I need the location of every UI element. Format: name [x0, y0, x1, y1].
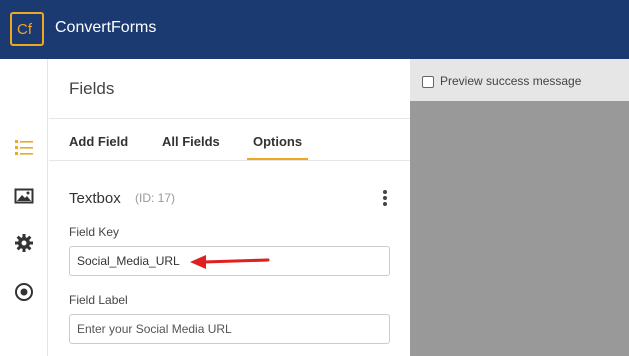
fields-panel: Fields Add Field All Fields Options Text…	[49, 59, 410, 356]
panel-title: Fields	[69, 79, 115, 98]
list-icon[interactable]	[14, 137, 34, 157]
gear-icon[interactable]	[14, 233, 34, 253]
preview-success-label[interactable]: Preview success message	[440, 74, 581, 88]
icon-sidebar	[0, 59, 48, 356]
target-icon[interactable]	[14, 282, 34, 302]
more-options-icon[interactable]	[382, 190, 388, 206]
divider	[49, 118, 410, 119]
field-key-label: Field Key	[69, 225, 120, 239]
tab-all-fields[interactable]: All Fields	[162, 134, 220, 149]
logo[interactable]: Cf	[10, 12, 44, 46]
field-label-input[interactable]	[69, 314, 390, 344]
preview-area: Preview success message	[410, 59, 629, 356]
brand-name: ConvertForms	[55, 19, 157, 36]
field-type: Textbox	[69, 190, 121, 207]
preview-success-checkbox[interactable]	[422, 76, 434, 88]
image-icon[interactable]	[14, 186, 34, 206]
field-label-label: Field Label	[69, 293, 128, 307]
tab-add-field[interactable]: Add Field	[69, 134, 128, 149]
annotation-arrow	[190, 255, 270, 269]
tab-options[interactable]: Options	[253, 134, 302, 149]
logo-text: Cf	[17, 21, 32, 38]
preview-toolbar: Preview success message	[410, 59, 629, 101]
divider	[49, 160, 410, 161]
app-header: Cf ConvertForms	[0, 0, 629, 59]
field-id: (ID: 17)	[135, 191, 176, 205]
